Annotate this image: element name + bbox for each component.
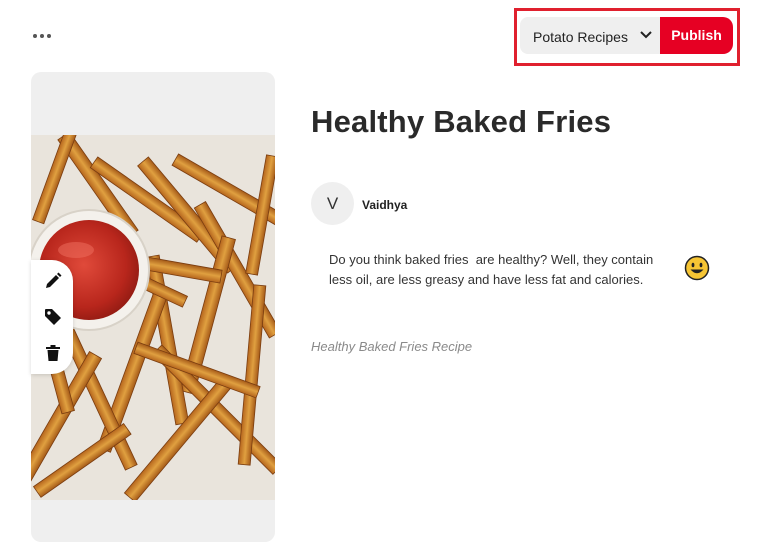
board-select-label: Potato Recipes — [533, 29, 628, 45]
chevron-down-icon — [640, 31, 652, 39]
board-select-dropdown[interactable]: Potato Recipes — [520, 17, 662, 54]
edit-pencil-icon[interactable] — [43, 271, 63, 291]
author-avatar[interactable]: V — [311, 182, 354, 225]
author-name[interactable]: Vaidhya — [362, 198, 407, 212]
more-options-icon[interactable] — [32, 26, 52, 46]
tag-icon[interactable] — [43, 307, 63, 327]
smiley-emoji-icon[interactable] — [684, 255, 710, 281]
image-edit-toolbar — [31, 260, 73, 374]
pin-alt-text[interactable]: Healthy Baked Fries Recipe — [311, 339, 472, 354]
publish-button[interactable]: Publish — [660, 17, 733, 54]
pin-description[interactable]: Do you think baked fries are healthy? We… — [329, 250, 679, 290]
pin-title[interactable]: Healthy Baked Fries — [311, 104, 611, 140]
trash-icon[interactable] — [43, 343, 63, 363]
